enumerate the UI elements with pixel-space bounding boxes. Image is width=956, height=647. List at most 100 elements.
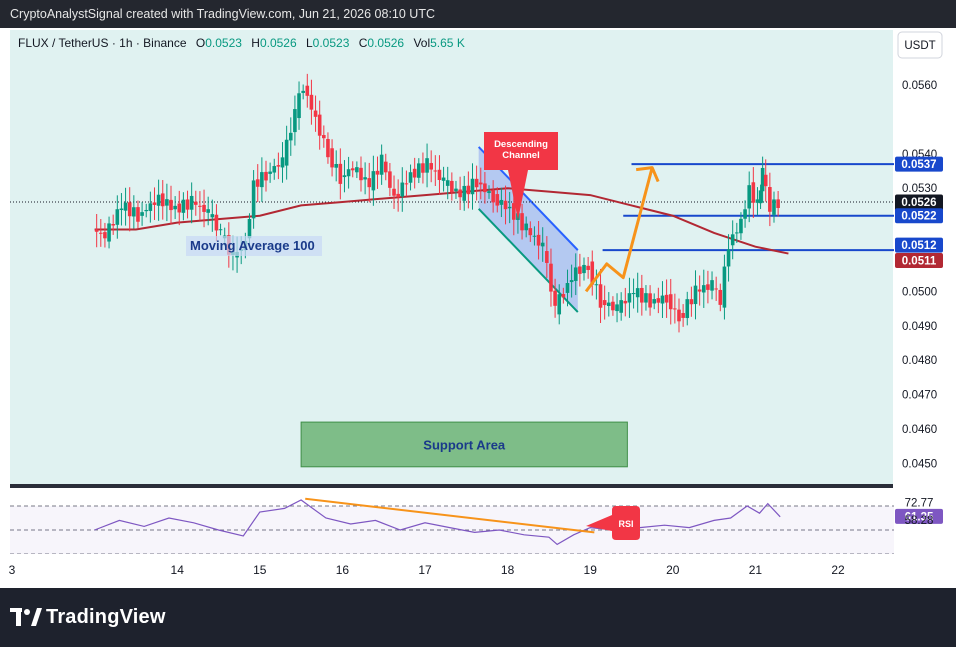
candle-body-25 (198, 205, 202, 207)
support-area-label: Support Area (423, 437, 506, 452)
candle-body-111 (553, 290, 557, 306)
moving-average-label: Moving Average 100 (190, 238, 315, 253)
candle-body-29 (214, 214, 219, 231)
candle-body-162 (760, 167, 765, 192)
currency-button-label: USDT (904, 40, 935, 52)
candle-body-158 (747, 185, 752, 209)
low-value: 0.0523 (312, 36, 350, 50)
candle-body-64 (359, 167, 363, 181)
candle-body-90 (466, 185, 471, 195)
candle-body-37 (247, 218, 252, 239)
candle-body-22 (185, 199, 190, 210)
candle-body-105 (528, 228, 533, 236)
candle-body-4 (111, 224, 115, 226)
candle-body-56 (326, 138, 330, 158)
chart-caption-bar: CryptoAnalystSignal created with Trading… (0, 0, 956, 28)
candle-body-163 (763, 174, 768, 187)
candle-body-27 (206, 209, 210, 213)
candle-body-112 (557, 294, 562, 315)
channel-callout-text-0: Descending (494, 139, 548, 150)
candle-body-107 (536, 234, 541, 246)
channel-callout-text-1: Channel (502, 150, 539, 161)
time-tick-label-4: 17 (418, 563, 432, 577)
candle-body-82 (433, 170, 438, 172)
candle-body-55 (322, 135, 326, 139)
candle-body-132 (640, 287, 644, 303)
candle-body-106 (532, 235, 537, 237)
candle-body-20 (177, 203, 182, 213)
candle-body-51 (305, 85, 310, 96)
candle-body-67 (371, 171, 376, 191)
candle-body-39 (255, 179, 260, 187)
candle-body-100 (507, 206, 512, 209)
candle-body-21 (181, 199, 186, 213)
candle-body-53 (313, 110, 318, 117)
candle-body-118 (582, 264, 586, 274)
price-label-value-1: 0.0526 (901, 197, 936, 209)
candle-body-10 (136, 207, 140, 222)
candle-body-79 (421, 163, 425, 173)
time-tick-label-8: 21 (749, 563, 763, 577)
candle-body-74 (400, 182, 405, 197)
candle-body-114 (565, 283, 570, 293)
candle-body-57 (330, 148, 334, 168)
candle-body-149 (710, 280, 714, 291)
candle-body-48 (293, 109, 297, 133)
candle-body-166 (776, 199, 780, 208)
candle-body-160 (755, 199, 760, 203)
price-tick-label-4: 0.0490 (902, 321, 937, 333)
candle-body-138 (664, 294, 669, 303)
candle-body-165 (772, 199, 776, 215)
candle-body-71 (388, 171, 392, 188)
candle-body-144 (689, 299, 694, 305)
candle-body-124 (606, 302, 611, 306)
time-tick-label-0: 3 (9, 563, 16, 577)
candle-body-73 (396, 193, 400, 198)
symbol-name: FLUX / TetherUS · 1h · Binance (18, 36, 187, 50)
candle-body-95 (487, 191, 491, 194)
candle-body-19 (173, 205, 177, 210)
open-label: O (195, 36, 206, 50)
candle-body-130 (631, 292, 636, 295)
candle-body-92 (474, 178, 479, 188)
candle-body-85 (445, 180, 450, 186)
candle-body-47 (288, 132, 293, 141)
candle-body-128 (623, 300, 628, 304)
tradingview-wordmark: TradingView (46, 606, 166, 628)
price-tick-label-2: 0.0530 (902, 183, 937, 195)
candle-body-145 (693, 285, 698, 305)
candle-body-43 (272, 166, 277, 173)
volume-value: 5.65 K (430, 36, 465, 50)
candle-body-8 (127, 202, 132, 217)
candle-body-99 (503, 200, 508, 210)
time-tick-label-1: 14 (171, 563, 185, 577)
candle-body-142 (681, 313, 685, 318)
candle-body-129 (627, 293, 632, 303)
candle-body-46 (284, 139, 289, 166)
candle-body-98 (499, 199, 504, 205)
symbol-legend: FLUX / TetherUS · 1h · Binance O 0.0523 H… (18, 36, 465, 50)
candle-body-60 (342, 175, 347, 178)
candle-body-134 (648, 293, 652, 308)
low-label: L (305, 36, 313, 50)
volume-label: Vol (413, 36, 431, 50)
price-tick-label-6: 0.0470 (902, 390, 937, 402)
candle-body-76 (408, 172, 413, 183)
candle-body-16 (160, 193, 165, 207)
candle-body-87 (454, 188, 458, 192)
candle-body-9 (132, 207, 136, 217)
candle-body-156 (739, 218, 743, 234)
candle-body-62 (350, 168, 355, 171)
high-label: H (251, 36, 260, 50)
candle-body-161 (758, 190, 763, 204)
candle-body-58 (334, 164, 339, 168)
candle-body-131 (635, 288, 640, 298)
candle-body-59 (338, 163, 343, 184)
candle-body-155 (735, 232, 739, 234)
price-label-value-4: 0.0511 (902, 256, 937, 268)
candle-body-127 (619, 300, 623, 313)
candle-body-6 (119, 208, 124, 211)
price-chart[interactable]: Support Area Moving Average 100 Descending… (0, 28, 956, 588)
candle-body-113 (561, 294, 566, 298)
candle-body-91 (470, 178, 475, 195)
